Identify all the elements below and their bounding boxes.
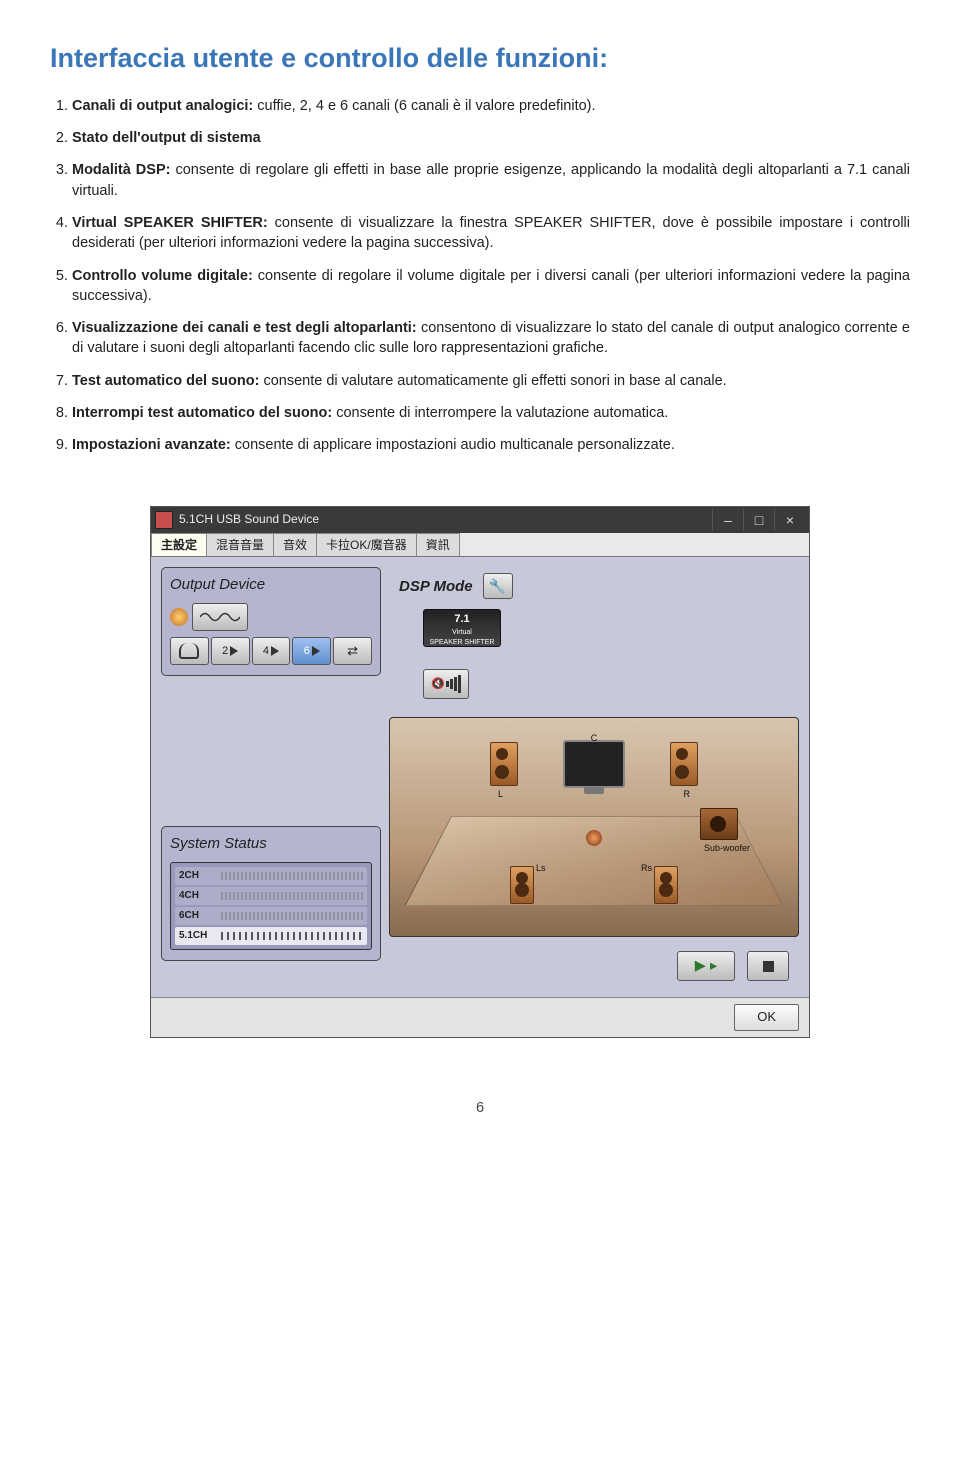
status-row-6ch: 6CH	[175, 907, 367, 925]
tab-mixer[interactable]: 混音音量	[206, 533, 274, 557]
auto-test-stop-button[interactable]	[747, 951, 789, 981]
footer-bar: OK	[151, 997, 809, 1036]
app-screenshot: 5.1CH USB Sound Device – □ × 主設定 混音音量 音效…	[150, 506, 810, 1038]
speaker-right[interactable]	[670, 742, 698, 786]
speaker-right-surround[interactable]	[654, 866, 678, 904]
next-icon: ▸	[710, 956, 717, 976]
tab-main[interactable]: 主設定	[151, 533, 207, 557]
status-row-4ch: 4CH	[175, 887, 367, 905]
digital-volume-button[interactable]: 🔇	[423, 669, 469, 699]
wrench-icon: 🔧	[489, 577, 506, 597]
speaker-icon	[170, 608, 188, 626]
tab-karaoke[interactable]: 卡拉OK/魔音器	[316, 533, 417, 557]
subwoofer[interactable]	[700, 808, 738, 840]
list-item: Controllo volume digitale: consente di r…	[72, 266, 910, 307]
list-item: Visualizzazione dei canali e test degli …	[72, 318, 910, 359]
analog-output-button[interactable]	[192, 603, 248, 631]
speaker-icon	[230, 646, 238, 656]
label-right: R	[684, 788, 691, 801]
titlebar: 5.1CH USB Sound Device – □ ×	[151, 507, 809, 533]
label-center: C	[591, 732, 598, 745]
play-icon: ▶	[695, 956, 706, 976]
feature-list: Canali di output analogici: cuffie, 2, 4…	[50, 96, 910, 456]
speaker-icon	[271, 646, 279, 656]
minimize-button[interactable]: –	[712, 509, 743, 531]
close-button[interactable]: ×	[774, 509, 805, 531]
virtual-speaker-shifter-button[interactable]: 7.1 Virtual SPEAKER SHIFTER	[423, 609, 501, 647]
app-icon	[155, 511, 173, 529]
dsp-mode-label: DSP Mode	[399, 576, 473, 597]
label-left: L	[498, 788, 503, 801]
tab-effects[interactable]: 音效	[273, 533, 317, 557]
label-rs: Rs	[641, 862, 652, 875]
channel-4-button[interactable]: 4	[252, 637, 291, 665]
auto-test-play-button[interactable]: ▶ ▸	[677, 951, 735, 981]
system-status-panel: System Status 2CH 4CH 6CH 5.1CH	[161, 826, 381, 961]
page-heading: Interfaccia utente e controllo delle fun…	[50, 40, 910, 78]
list-item: Canali di output analogici: cuffie, 2, 4…	[72, 96, 910, 116]
label-sub: Sub-woofer	[704, 842, 750, 855]
label-ls: Ls	[536, 862, 546, 875]
tab-info[interactable]: 資訊	[416, 533, 460, 557]
monitor-icon	[563, 740, 625, 788]
window-title: 5.1CH USB Sound Device	[179, 511, 319, 528]
swap-icon: ⇄	[347, 642, 358, 660]
window-body: Output Device 2 4 6 ⇄	[151, 557, 809, 997]
swap-channels-button[interactable]: ⇄	[333, 637, 372, 665]
output-device-label: Output Device	[170, 574, 372, 595]
status-row-51ch: 5.1CH	[175, 927, 367, 945]
status-row-2ch: 2CH	[175, 867, 367, 885]
list-item: Interrompi test automatico del suono: co…	[72, 403, 910, 423]
advanced-settings-button[interactable]: 🔧	[483, 573, 513, 599]
maximize-button[interactable]: □	[743, 509, 774, 531]
headphone-icon	[179, 643, 199, 659]
list-item: Stato dell'output di sistema	[72, 128, 910, 148]
ok-button[interactable]: OK	[734, 1004, 799, 1030]
page-number: 6	[50, 1098, 910, 1118]
speaker-stage: L C R Sub-woofer Ls Rs	[389, 717, 799, 937]
stop-icon	[763, 961, 774, 972]
mute-icon: 🔇	[431, 677, 445, 692]
channel-6-button[interactable]: 6	[292, 637, 331, 665]
channel-2-button[interactable]: 2	[211, 637, 250, 665]
list-item: Modalità DSP: consente di regolare gli e…	[72, 160, 910, 201]
list-item: Impostazioni avanzate: consente di appli…	[72, 435, 910, 455]
app-window: 5.1CH USB Sound Device – □ × 主設定 混音音量 音效…	[150, 506, 810, 1038]
output-device-panel: Output Device 2 4 6 ⇄	[161, 567, 381, 676]
listener-dot[interactable]	[586, 830, 602, 846]
speaker-left[interactable]	[490, 742, 518, 786]
speaker-icon	[312, 646, 320, 656]
tab-bar: 主設定 混音音量 音效 卡拉OK/魔音器 資訊	[151, 533, 809, 558]
speaker-left-surround[interactable]	[510, 866, 534, 904]
system-status-label: System Status	[170, 833, 372, 854]
headphone-button[interactable]	[170, 637, 209, 665]
list-item: Test automatico del suono: consente di v…	[72, 371, 910, 391]
list-item: Virtual SPEAKER SHIFTER: consente di vis…	[72, 213, 910, 254]
